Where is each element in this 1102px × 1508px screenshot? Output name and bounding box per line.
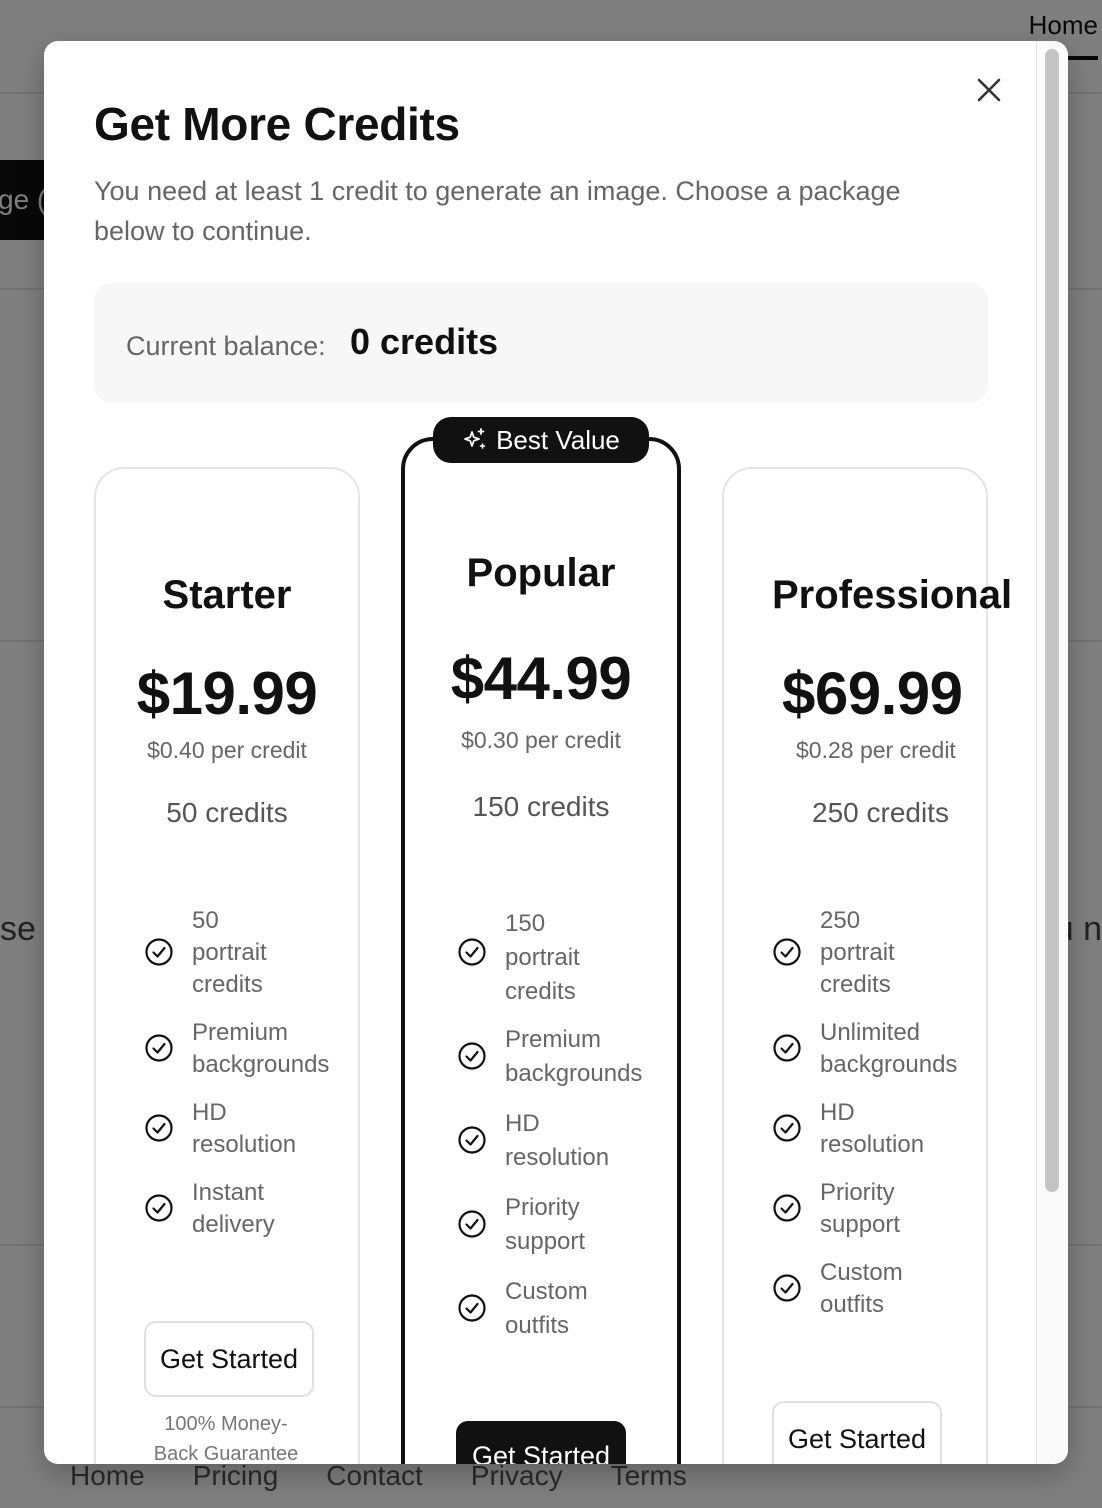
feature-text: resolution [505,1144,610,1171]
plan-per-credit: $0.30 per credit [461,727,621,753]
check-circle-icon [145,1114,173,1142]
feature-text: support [505,1228,586,1255]
balance-value: 0 credits [350,321,499,362]
feature-text: credits [192,971,263,998]
check-circle-icon [773,938,801,966]
feature-text: HD [820,1099,855,1126]
feature-text: Premium [192,1019,289,1046]
plan-price: $69.99 [782,660,963,727]
balance-panel: Current balance: 0 credits [94,283,988,403]
badge-label: Best Value [496,424,620,455]
guarantee-line: 100% Money- [164,1413,288,1435]
feature-text: 50 [192,907,219,934]
feature-text: portrait [820,939,895,966]
scrollbar-thumb[interactable] [1045,49,1059,1192]
feature-text: Custom [505,1278,588,1305]
feature-text: Unlimited [820,1019,921,1046]
check-circle-icon [773,1274,801,1302]
sparkles-icon [464,428,486,449]
plan-card-popular: Popular $44.99 $0.30 per credit 150 cred… [401,437,681,1464]
close-icon[interactable] [972,73,1006,107]
feature-text: Priority [820,1179,895,1206]
feature-text: support [820,1211,901,1238]
feature-text: backgrounds [820,1051,958,1078]
check-circle-icon [145,1034,173,1062]
feature-text: backgrounds [192,1051,330,1078]
modal-subtitle: You need at least 1 credit to generate a… [94,176,901,246]
modal-scrollbar[interactable] [1036,41,1068,1464]
feature-text: outfits [820,1291,885,1318]
feature-text: credits [505,978,576,1005]
feature-text: portrait [505,944,580,971]
feature-text: Instant [192,1179,265,1206]
check-circle-icon [458,1294,486,1322]
balance-label: Current balance: [126,331,326,361]
get-started-button[interactable]: Get Started [144,1321,314,1397]
feature-text: Priority [505,1194,580,1221]
feature-text: backgrounds [505,1060,643,1087]
feature-text: resolution [192,1131,297,1158]
get-started-button[interactable]: Get Started [772,1401,942,1464]
feature-text: HD [192,1099,227,1126]
plan-name: Professional [772,573,1013,617]
plan-name: Starter [162,573,292,617]
guarantee-line: Back Guarantee [153,1443,299,1464]
feature-text: 250 [820,907,861,934]
plan-per-credit: $0.28 per credit [796,737,956,763]
feature-text: credits [820,971,891,998]
check-circle-icon [458,938,486,966]
feature-text: delivery [192,1211,275,1238]
check-circle-icon [458,1210,486,1238]
feature-text: Custom [820,1259,903,1286]
plan-price: $44.99 [450,645,632,712]
get-started-button[interactable]: Get Started [456,1421,626,1464]
feature-text: outfits [505,1312,570,1339]
plan-credits: 250 credits [812,797,949,828]
feature-text: 150 [505,910,546,937]
plan-card-starter: Starter $19.99 $0.40 per credit 50 credi… [94,467,360,1464]
plan-per-credit: $0.40 per credit [147,737,307,763]
check-circle-icon [773,1194,801,1222]
feature-text: Premium [505,1026,602,1053]
plan-name: Popular [466,551,616,595]
feature-text: resolution [820,1131,925,1158]
check-circle-icon [773,1114,801,1142]
plan-card-professional: Professional $69.99 $0.28 per credit 250… [722,467,1012,1464]
check-circle-icon [773,1034,801,1062]
feature-text: portrait [192,939,267,966]
best-value-badge: Best Value [433,417,649,463]
check-circle-icon [145,938,173,966]
money-back-guarantee: 100% Money- Back Guarantee [136,1409,316,1464]
plan-credits: 50 credits [166,797,288,828]
check-circle-icon [458,1126,486,1154]
feature-text: HD [505,1110,540,1137]
plan-credits: 150 credits [472,791,610,822]
modal-title: Get More Credits [94,98,460,150]
check-circle-icon [145,1194,173,1222]
credits-modal: Get More Credits You need at least 1 cre… [44,41,1068,1464]
check-circle-icon [458,1042,486,1070]
plan-price: $19.99 [136,660,318,727]
